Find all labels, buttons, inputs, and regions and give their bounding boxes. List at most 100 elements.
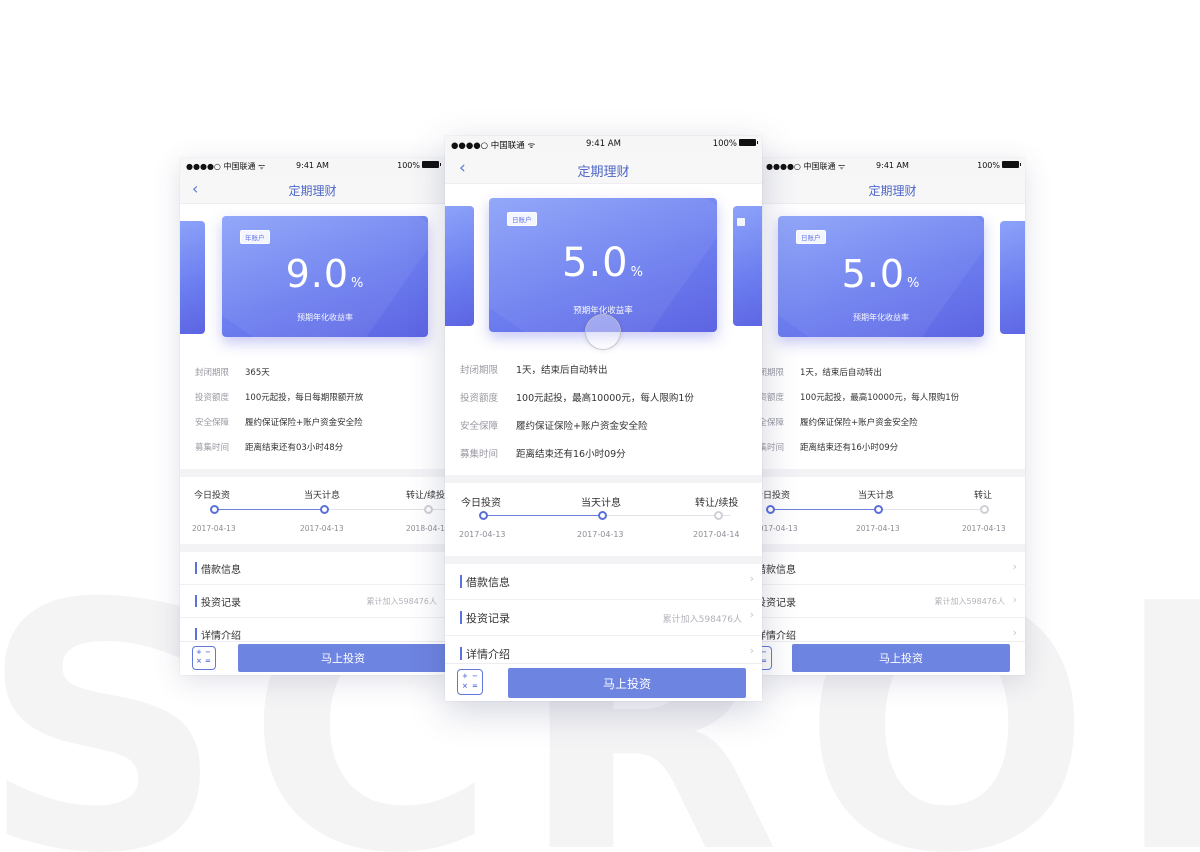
investment-timeline: 今日投资 当天计息 转让/续投 2017-04-13 2017-04-13 20… [445, 486, 762, 550]
rate-subtitle: 预期年化收益率 [297, 313, 353, 322]
investment-timeline: 今日投资 当天计息 转让 2017-04-13 2017-04-13 2017-… [760, 480, 1025, 544]
timeline-progress-line [214, 509, 324, 510]
info-row: 封闭期限 365天 [195, 368, 270, 378]
timeline-stage: 当天计息 [581, 498, 621, 509]
accent-bar [195, 628, 197, 640]
info-row: 安全保障履约保证保险+账户资金安全险 [195, 418, 363, 428]
timeline-remaining-line [602, 515, 730, 516]
list-item-invest-records[interactable]: 投资记录 累计加入598476人 › [760, 585, 1025, 618]
timeline-stage: 转让 [974, 491, 993, 501]
rate-subtitle: 预期年化收益率 [853, 313, 909, 322]
accent-bar [195, 562, 197, 574]
chevron-right-icon: › [749, 644, 754, 657]
timeline-stage: 今日投资 [461, 498, 501, 509]
info-row: 封闭期限1天，结束后自动转出 [760, 368, 882, 378]
chevron-right-icon: › [1012, 560, 1017, 573]
product-card[interactable]: 年账户 9.0% 预期年化收益率 [222, 216, 428, 337]
product-card[interactable]: 日账户 5.0% 预期年化收益率 [489, 198, 717, 332]
info-row: 募集时间距离结束还有16小时09分 [760, 443, 899, 453]
timeline-node [210, 505, 219, 514]
next-card-peek[interactable] [1000, 221, 1025, 334]
timeline-date: 2017-04-13 [192, 524, 236, 533]
bottom-action-bar: +− ×= 马上投资 [180, 641, 445, 675]
nav-bar: ‹ 定期理财 [445, 152, 762, 184]
timeline-stage: 今日投资 [194, 491, 231, 501]
timeline-stage: 当天计息 [304, 491, 341, 501]
accent-bar [460, 611, 462, 624]
status-bar: ●●●●○ 中国联通 ᯤ 9:41 AM 100% [760, 158, 1025, 174]
timeline-node [874, 505, 883, 514]
list-item-loan-info[interactable]: 借款信息 › [445, 564, 762, 600]
timeline-progress-line [483, 515, 602, 516]
section-divider [180, 469, 445, 477]
info-row: 投资额度 100元起投，每日每期限额开放 [195, 393, 364, 403]
section-divider [760, 544, 1025, 552]
phone-left: ●●●●○ 中国联通 ᯤ 9:41 AM 100% ‹ 定期理财 年账户 9.0… [180, 158, 445, 675]
battery-icon [422, 161, 441, 168]
page-title: 定期理财 [577, 165, 630, 180]
chevron-right-icon: › [749, 608, 754, 621]
rate-value: 9.0% [285, 252, 365, 296]
list-item-loan-info[interactable]: 借款信息 › [760, 552, 1025, 585]
accent-bar [460, 575, 462, 588]
section-divider [760, 469, 1025, 477]
info-row: 封闭期限1天，结束后自动转出 [460, 365, 608, 376]
list-item-invest-records[interactable]: 投资记录 累计加入598476人 › [445, 600, 762, 636]
next-card-peek[interactable] [733, 206, 762, 326]
info-row: 投资额度100元起投，最高10000元，每人限购1份 [760, 393, 960, 403]
section-divider [445, 475, 762, 483]
info-row: 安全保障履约保证保险+账户资金安全险 [760, 418, 918, 428]
account-type-badge: 年账户 [240, 230, 270, 244]
list-item-loan-info[interactable]: 借款信息 [180, 552, 445, 585]
account-type-badge: 日账户 [507, 212, 537, 226]
timeline-date: 2017-04-13 [459, 530, 506, 539]
invest-now-button[interactable]: 马上投资 [238, 644, 445, 672]
info-row: 投资额度100元起投，最高10000元，每人限购1份 [460, 393, 694, 404]
bottom-action-bar: +− ×= 马上投资 [760, 641, 1025, 675]
timeline-remaining-line [878, 509, 984, 510]
section-divider [445, 556, 762, 564]
account-type-badge: 日账户 [796, 230, 826, 244]
timeline-node [598, 511, 607, 520]
timeline-stage: 今日投资 [760, 491, 791, 501]
phone-right: ●●●●○ 中国联通 ᯤ 9:41 AM 100% 定期理财 日账户 5.0% … [760, 158, 1025, 675]
touch-indicator [585, 314, 621, 350]
investment-timeline: 今日投资 当天计息 转让/续投 2017-04-13 2017-04-13 20… [180, 480, 445, 544]
status-bar: ●●●●○ 中国联通 ᯤ 9:41 AM 100% [445, 136, 762, 152]
rate-value: 5.0% [562, 240, 644, 286]
product-card[interactable]: 日账户 5.0% 预期年化收益率 [778, 216, 984, 337]
battery-icon [1002, 161, 1021, 168]
timeline-stage: 转让/续投 [406, 491, 445, 501]
timeline-node [424, 505, 433, 514]
timeline-node [766, 505, 775, 514]
nav-bar: 定期理财 [760, 174, 1025, 204]
timeline-date: 2017-04-13 [300, 524, 344, 533]
timeline-stage: 转让/续投 [695, 498, 739, 509]
battery-icon [739, 139, 758, 146]
section-divider [180, 544, 445, 552]
prev-card-peek[interactable] [180, 221, 205, 334]
timeline-node [320, 505, 329, 514]
chevron-right-icon: › [749, 572, 754, 585]
prev-card-peek[interactable] [445, 206, 474, 326]
timeline-date: 2017-04-13 [760, 524, 798, 533]
invest-now-button[interactable]: 马上投资 [508, 668, 746, 698]
timeline-date: 2017-04-14 [693, 530, 740, 539]
battery-indicator: 100% [977, 161, 1021, 170]
rate-value: 5.0% [841, 252, 921, 296]
timeline-date: 2017-04-13 [856, 524, 900, 533]
timeline-date: 2017-04-13 [577, 530, 624, 539]
timeline-stage: 当天计息 [858, 491, 895, 501]
calculator-icon[interactable]: +− ×= [457, 669, 483, 695]
bottom-action-bar: +− ×= 马上投资 [445, 663, 762, 701]
timeline-node [479, 511, 488, 520]
battery-indicator: 100% [713, 139, 758, 149]
invest-now-button[interactable]: 马上投资 [792, 644, 1010, 672]
calculator-icon[interactable]: +− ×= [192, 646, 216, 670]
status-bar: ●●●●○ 中国联通 ᯤ 9:41 AM 100% [180, 158, 445, 174]
timeline-progress-line [770, 509, 878, 510]
info-row: 募集时间距离结束还有16小时09分 [460, 449, 626, 460]
chevron-right-icon: › [1012, 626, 1017, 639]
list-item-invest-records[interactable]: 投资记录 累计加入598476人 [180, 585, 445, 618]
info-row: 安全保障履约保证保险+账户资金安全险 [460, 421, 648, 432]
